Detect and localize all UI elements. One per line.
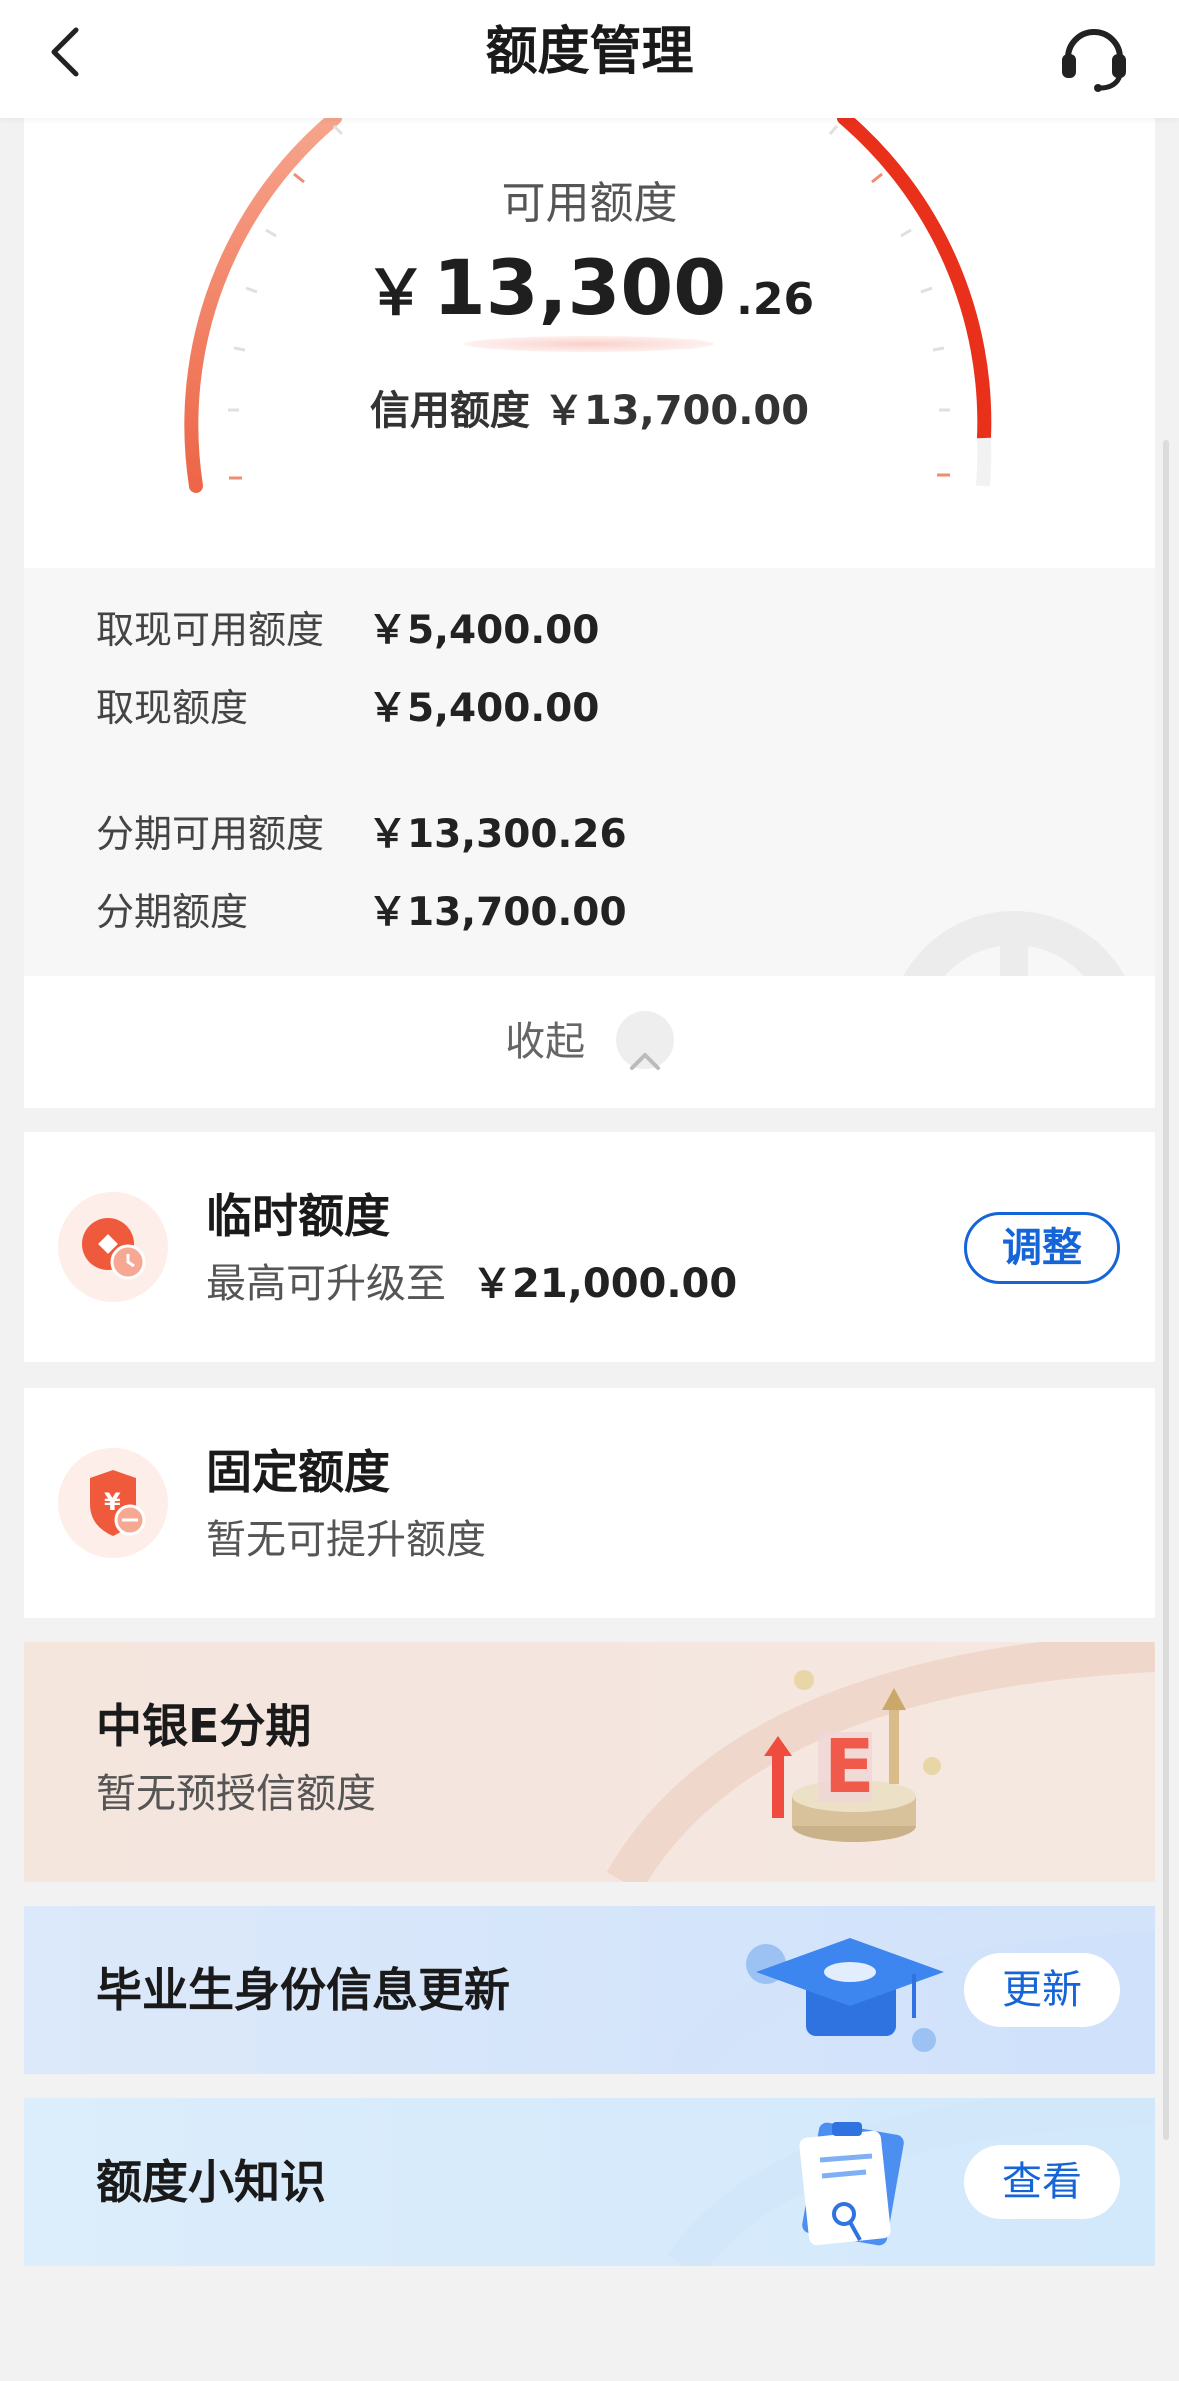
- e-installment-card[interactable]: 中银E分期 暂无预授信额度 E: [24, 1642, 1155, 1882]
- max-upgrade-amount: ￥21,000.00: [472, 1261, 738, 1307]
- temporary-credit-title: 临时额度: [206, 1189, 390, 1243]
- graduate-info-card: 毕业生身份信息更新 更新: [24, 1906, 1155, 2074]
- available-decimal: .26: [736, 274, 815, 325]
- clipboard-illustration: [799, 2122, 904, 2246]
- graduation-cap-illustration: [746, 1938, 944, 2052]
- chevron-up-icon: [615, 1011, 674, 1070]
- page-title: 额度管理: [485, 22, 694, 82]
- graduate-info-title: 毕业生身份信息更新: [96, 1963, 510, 2017]
- credit-knowledge-card: 额度小知识 查看: [24, 2098, 1155, 2266]
- max-upgrade-label: 最高可升级至: [206, 1261, 446, 1307]
- credit-limit-text: 信用额度 ￥13,700.00: [369, 388, 810, 434]
- credit-details: 取现可用额度 ￥5,400.00 取现额度 ￥5,400.00 分期可用额度 ￥13,…: [24, 568, 1155, 976]
- detail-value: ￥13,300.26: [368, 812, 627, 857]
- detail-label: 分期可用额度: [96, 812, 325, 856]
- currency-symbol: ￥: [364, 256, 427, 329]
- shield-yuan-icon: ¥: [58, 1448, 168, 1558]
- detail-row: 取现额度 ￥5,400.00: [96, 682, 599, 735]
- svg-text:E: E: [824, 1724, 875, 1810]
- customer-service-button[interactable]: [1054, 14, 1134, 94]
- detail-row: 分期额度 ￥13,700.00: [96, 886, 627, 939]
- update-button[interactable]: 更新: [964, 1953, 1120, 2027]
- detail-row: 取现可用额度 ￥5,400.00: [96, 604, 599, 657]
- collapse-label: 收起: [505, 1019, 586, 1065]
- view-button[interactable]: 查看: [964, 2145, 1120, 2219]
- e-installment-subtitle: 暂无预授信额度: [96, 1771, 376, 1817]
- temporary-credit-subtitle: 最高可升级至 ￥21,000.00: [206, 1256, 737, 1312]
- available-integer: 13,300: [432, 243, 727, 332]
- detail-label: 取现额度: [96, 686, 249, 730]
- adjust-button[interactable]: 调整: [964, 1212, 1120, 1284]
- detail-value: ￥13,700.00: [368, 890, 627, 935]
- scrollbar[interactable]: [1163, 440, 1169, 2140]
- collapse-toggle[interactable]: 收起: [24, 976, 1155, 1108]
- detail-value: ￥5,400.00: [368, 686, 600, 731]
- amount-underglow: [464, 336, 714, 352]
- nav-bar: 额度管理: [0, 0, 1179, 118]
- fixed-credit-subtitle: 暂无可提升额度: [206, 1517, 486, 1563]
- temporary-credit-card: 临时额度 最高可升级至 ￥21,000.00 调整: [24, 1132, 1155, 1362]
- e-installment-title: 中银E分期: [96, 1699, 312, 1753]
- fixed-credit-card[interactable]: ¥ 固定额度 暂无可提升额度: [24, 1388, 1155, 1618]
- available-credit-label: 可用额度: [501, 178, 678, 229]
- coin-clock-icon: [58, 1192, 168, 1302]
- detail-row: 分期可用额度 ￥13,300.26: [96, 808, 627, 861]
- fixed-credit-title: 固定额度: [206, 1445, 390, 1499]
- e-installment-illustration: E: [764, 1670, 941, 1842]
- credit-summary-card: 可用额度 ￥13,300.26 信用额度 ￥13,700.00 取现可用额度 ￥5…: [24, 118, 1155, 1108]
- bank-logo-watermark: [903, 911, 1125, 976]
- detail-value: ￥5,400.00: [368, 608, 600, 653]
- credit-knowledge-title: 额度小知识: [96, 2155, 326, 2209]
- detail-label: 取现可用额度: [96, 608, 325, 652]
- headset-icon: [1062, 29, 1126, 92]
- detail-label: 分期额度: [96, 890, 249, 934]
